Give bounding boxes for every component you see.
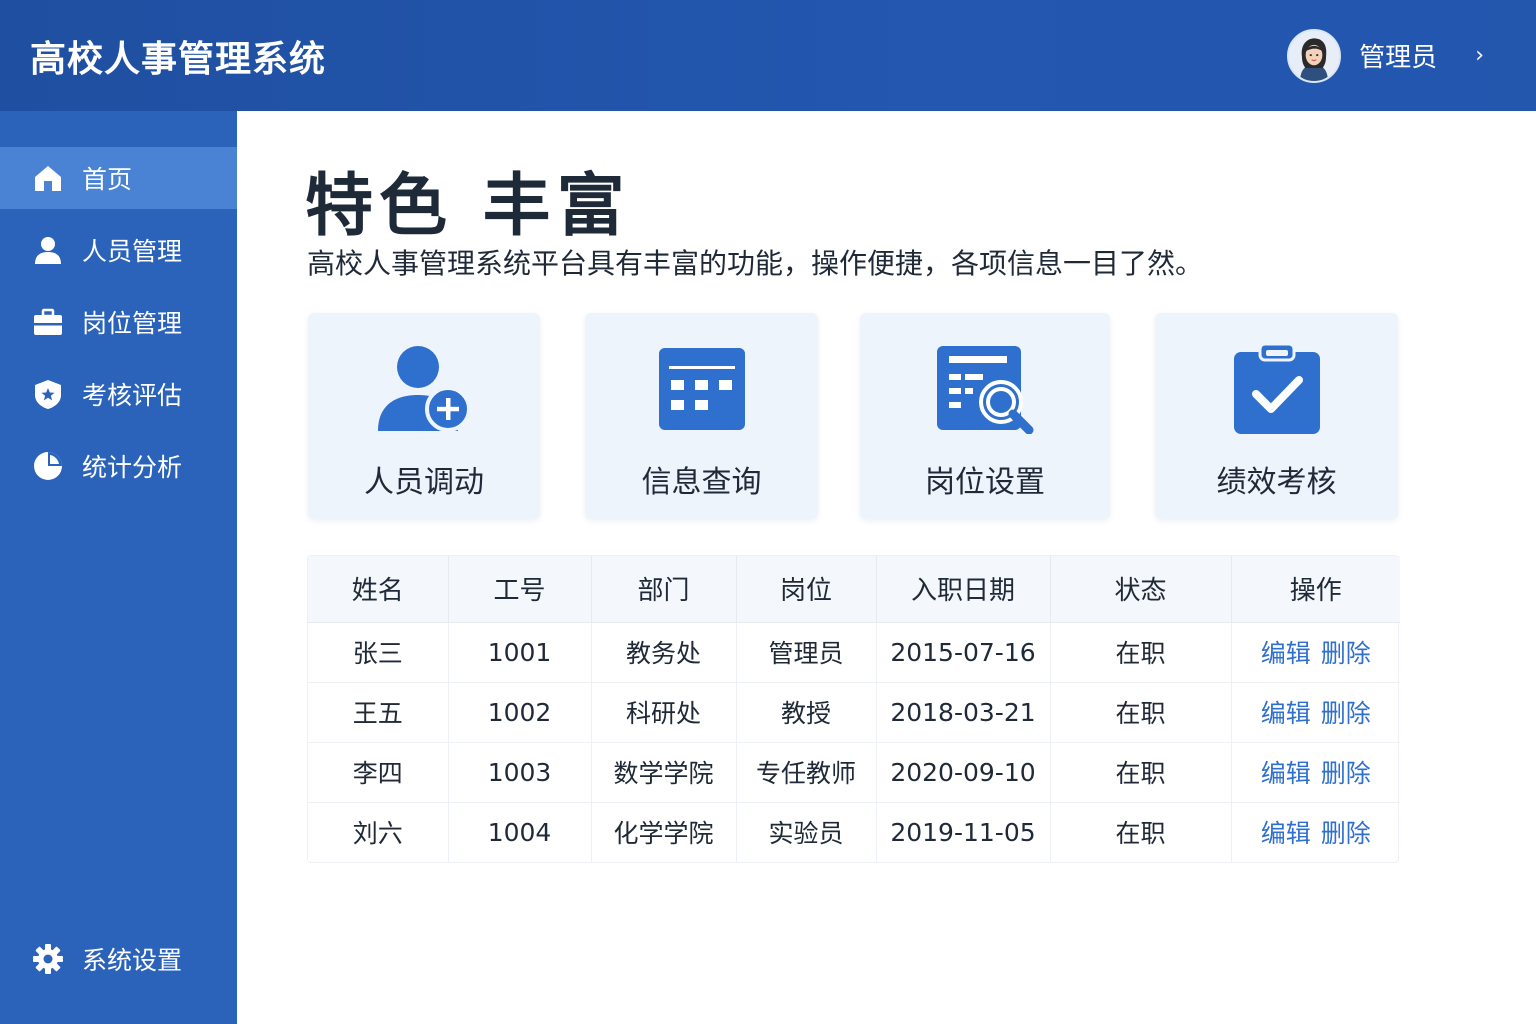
card-query[interactable]: 信息查询 xyxy=(585,313,818,519)
table-row[interactable]: 刘六 1004 化学学院 实验员 2019-11-05 在职 编辑 删除 xyxy=(308,802,1400,862)
column-header[interactable]: 工号 xyxy=(448,556,592,623)
shield-icon xyxy=(32,378,64,410)
cell-id: 1002 xyxy=(448,682,592,743)
staff-table: 姓名 工号 部门 岗位 入职日期 状态 操作 张三 1001 教务处 管理员 2… xyxy=(307,555,1400,863)
briefcase-icon xyxy=(32,306,64,338)
cell-status: 在职 xyxy=(1050,682,1232,743)
cell-actions: 编辑 删除 xyxy=(1231,742,1400,803)
column-header[interactable]: 状态 xyxy=(1050,556,1232,623)
user-menu[interactable]: 管理员 › xyxy=(1287,28,1484,83)
edit-button[interactable]: 编辑 xyxy=(1261,699,1311,728)
sidebar-item-label: 岗位管理 xyxy=(82,309,183,338)
chevron-right-icon[interactable]: › xyxy=(1475,43,1484,68)
cell-dept: 教务处 xyxy=(591,622,737,683)
sidebar: 首页 人员管理 岗位管理 考核评估 统计分析 系统设置 xyxy=(0,111,237,1024)
cell-name: 刘六 xyxy=(308,802,449,862)
calendar-grid-icon xyxy=(657,343,747,435)
cell-name: 张三 xyxy=(308,622,449,683)
cell-dept: 科研处 xyxy=(591,682,737,743)
cell-id: 1003 xyxy=(448,742,592,803)
avatar-icon xyxy=(1289,30,1340,81)
column-header[interactable]: 入职日期 xyxy=(876,556,1051,623)
card-label: 岗位设置 xyxy=(925,465,1045,500)
pie-chart-icon xyxy=(32,450,64,482)
cell-position: 实验员 xyxy=(736,802,877,862)
table-row[interactable]: 李四 1003 数学学院 专任教师 2020-09-10 在职 编辑 删除 xyxy=(308,742,1400,803)
delete-button[interactable]: 删除 xyxy=(1321,759,1371,788)
top-header: 高校人事管理系统 管理员 › xyxy=(0,0,1536,111)
cell-date: 2015-07-16 xyxy=(876,622,1051,683)
card-label: 人员调动 xyxy=(364,465,484,500)
cell-status: 在职 xyxy=(1050,742,1232,803)
page-subtitle: 高校人事管理系统平台具有丰富的功能，操作便捷，各项信息一目了然。 xyxy=(307,247,1204,280)
page-title: 特色 丰富 xyxy=(305,167,631,246)
card-position-settings[interactable]: 岗位设置 xyxy=(860,313,1110,519)
cell-dept: 数学学院 xyxy=(591,742,737,803)
cell-actions: 编辑 删除 xyxy=(1231,622,1400,683)
sidebar-item-settings[interactable]: 系统设置 xyxy=(0,928,237,990)
cell-id: 1004 xyxy=(448,802,592,862)
delete-button[interactable]: 删除 xyxy=(1321,819,1371,848)
sidebar-item-evaluation[interactable]: 考核评估 xyxy=(0,363,237,425)
delete-button[interactable]: 删除 xyxy=(1321,699,1371,728)
sidebar-item-positions[interactable]: 岗位管理 xyxy=(0,291,237,353)
sidebar-item-label: 考核评估 xyxy=(82,381,183,410)
cell-actions: 编辑 删除 xyxy=(1231,682,1400,743)
cell-name: 王五 xyxy=(308,682,449,743)
cell-date: 2019-11-05 xyxy=(876,802,1051,862)
cell-position: 管理员 xyxy=(736,622,877,683)
cell-dept: 化学学院 xyxy=(591,802,737,862)
home-icon xyxy=(32,162,64,194)
clipboard-check-icon xyxy=(1232,342,1322,435)
column-header[interactable]: 部门 xyxy=(591,556,737,623)
avatar[interactable] xyxy=(1287,28,1342,83)
card-label: 信息查询 xyxy=(641,465,762,500)
card-label: 绩效考核 xyxy=(1216,465,1337,500)
edit-button[interactable]: 编辑 xyxy=(1261,639,1311,668)
delete-button[interactable]: 删除 xyxy=(1321,639,1371,668)
gear-icon xyxy=(32,943,64,975)
document-search-icon xyxy=(935,343,1035,435)
sidebar-item-statistics[interactable]: 统计分析 xyxy=(0,435,237,497)
user-name[interactable]: 管理员 xyxy=(1359,37,1437,74)
cell-date: 2020-09-10 xyxy=(876,742,1051,803)
table-row[interactable]: 张三 1001 教务处 管理员 2015-07-16 在职 编辑 删除 xyxy=(308,622,1400,683)
cell-position: 专任教师 xyxy=(736,742,877,803)
sidebar-item-label: 首页 xyxy=(82,165,133,194)
column-header[interactable]: 岗位 xyxy=(736,556,877,623)
cell-status: 在职 xyxy=(1050,802,1232,862)
card-performance[interactable]: 绩效考核 xyxy=(1155,313,1398,519)
table-row[interactable]: 王五 1002 科研处 教授 2018-03-21 在职 编辑 删除 xyxy=(308,682,1400,743)
sidebar-item-home[interactable]: 首页 xyxy=(0,147,237,209)
column-header: 操作 xyxy=(1231,556,1400,623)
cell-id: 1001 xyxy=(448,622,592,683)
cell-date: 2018-03-21 xyxy=(876,682,1051,743)
card-transfer[interactable]: 人员调动 xyxy=(308,313,540,519)
sidebar-item-label: 人员管理 xyxy=(82,237,183,266)
app-title: 高校人事管理系统 xyxy=(30,38,327,80)
edit-button[interactable]: 编辑 xyxy=(1261,759,1311,788)
edit-button[interactable]: 编辑 xyxy=(1261,819,1311,848)
sidebar-item-label: 系统设置 xyxy=(82,946,183,975)
cell-name: 李四 xyxy=(308,742,449,803)
sidebar-item-label: 统计分析 xyxy=(82,453,183,482)
sidebar-item-personnel[interactable]: 人员管理 xyxy=(0,219,237,281)
cell-status: 在职 xyxy=(1050,622,1232,683)
user-add-icon xyxy=(374,343,474,435)
column-header[interactable]: 姓名 xyxy=(308,556,449,623)
cell-actions: 编辑 删除 xyxy=(1231,802,1400,862)
user-icon xyxy=(32,234,64,266)
cell-position: 教授 xyxy=(736,682,877,743)
table-header-row: 姓名 工号 部门 岗位 入职日期 状态 操作 xyxy=(308,556,1400,623)
